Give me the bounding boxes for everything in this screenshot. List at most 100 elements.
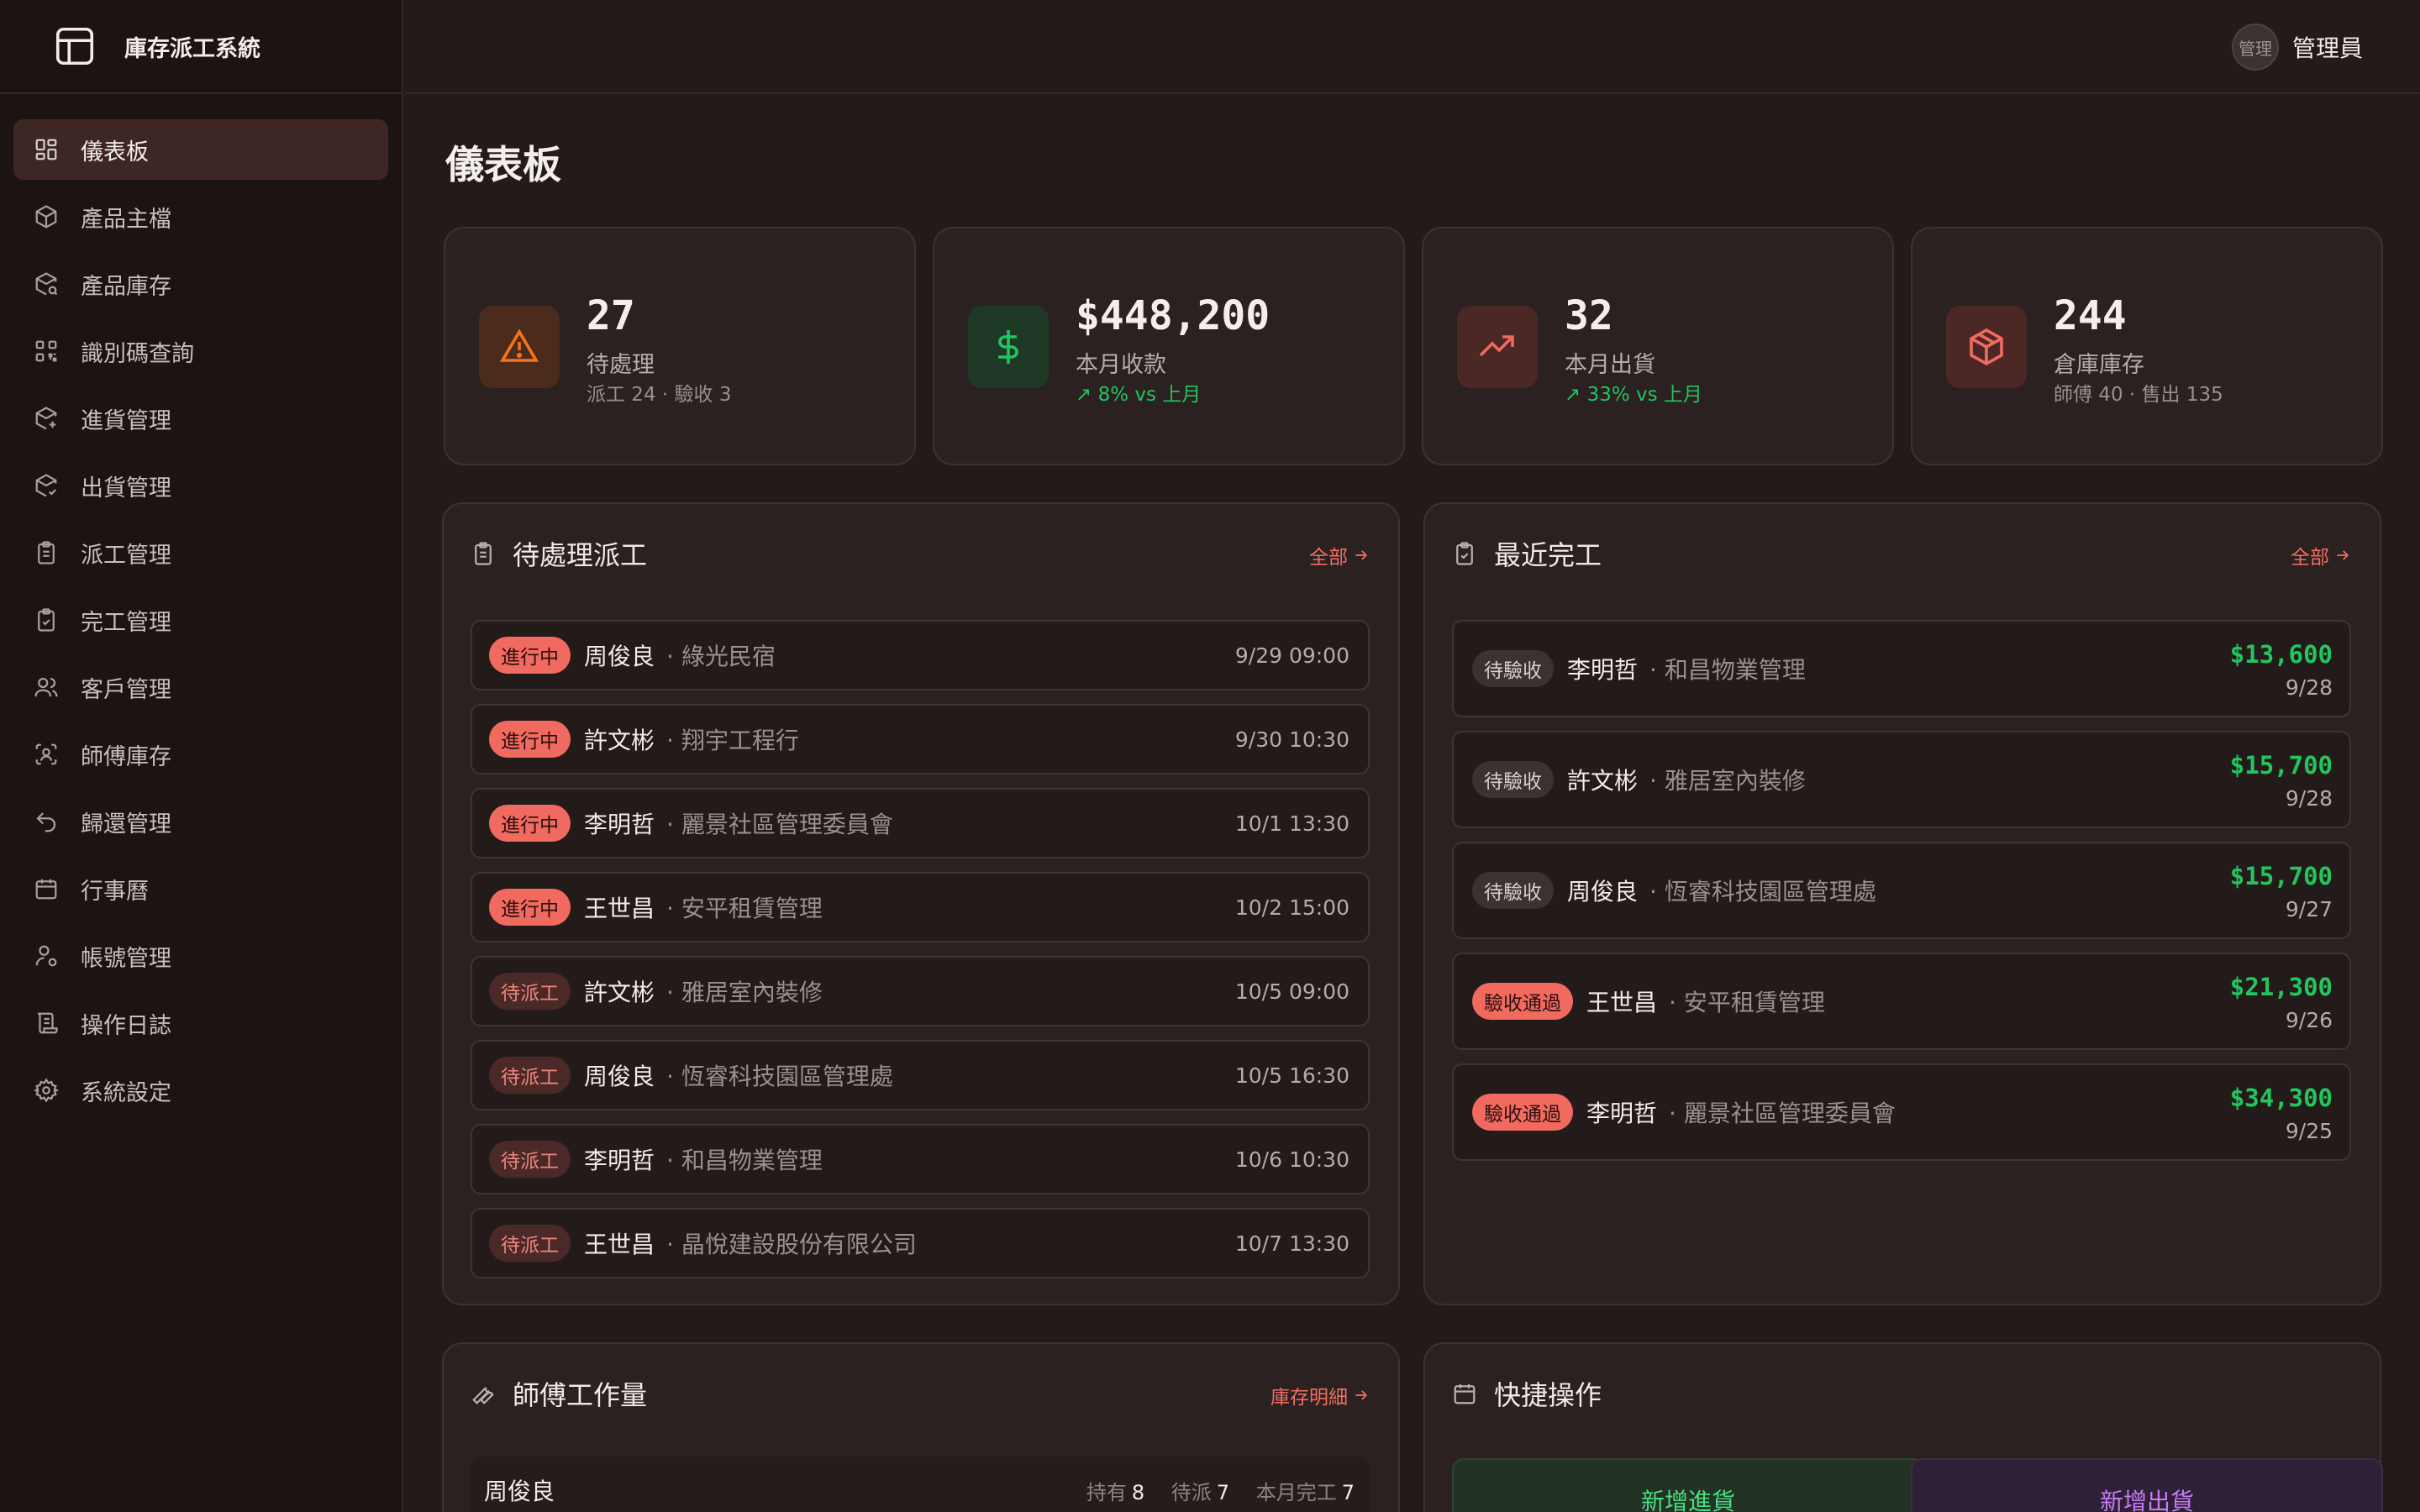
sidebar-item-stock[interactable]: 產品庫存 [13, 254, 388, 314]
worker-name: 周俊良 [484, 1478, 555, 1505]
stat-trend: ↗ 8% vs 上月 [1076, 384, 1202, 406]
sidebar-item-label: 出貨管理 [81, 475, 171, 501]
list-item[interactable]: 待派工 許文彬 · 雅居室內裝修 10/5 09:00 [471, 956, 1370, 1026]
completion-date: 9/27 [2285, 897, 2333, 921]
status-badge: 進行中 [489, 889, 571, 926]
list-item[interactable]: 待派工 王世昌 · 晶悅建設股份有限公司 10/7 13:30 [471, 1208, 1370, 1278]
completion-date: 9/28 [2285, 786, 2333, 811]
user-menu[interactable]: 管理 管理員 [2231, 24, 2363, 71]
sidebar-item-label: 客戶管理 [81, 676, 171, 703]
sidebar-item-label: 產品主檔 [81, 206, 171, 233]
trending-up-icon [1479, 335, 1514, 357]
sidebar-item-label: 儀表板 [81, 139, 149, 165]
worker-name: 許文彬 [584, 727, 655, 754]
sidebar-item-products[interactable]: 產品主檔 [13, 186, 388, 247]
status-badge: 驗收通過 [1472, 983, 1573, 1020]
sidebar-item-outbound[interactable]: 出貨管理 [13, 455, 388, 516]
new-inbound-button[interactable]: 新增進貨 [1452, 1458, 1924, 1512]
dashboard-icon [35, 139, 57, 160]
list-item[interactable]: 進行中 李明哲 · 麗景社區管理委員會 10/1 13:30 [471, 788, 1370, 858]
table-row[interactable]: 周俊良 持有 8 待派 7 本月完工 7 [471, 1457, 1370, 1512]
worker-name: 李明哲 [1586, 1100, 1658, 1127]
hold-count: 8 [1131, 1480, 1145, 1504]
client-name: · 麗景社區管理委員會 [666, 811, 893, 838]
sidebar-item-label: 系統設定 [81, 1079, 171, 1106]
panel-header: 待處理派工 [471, 534, 647, 573]
client-name: · 綠光民宿 [666, 643, 776, 670]
wrench-icon [472, 1387, 494, 1404]
list-item[interactable]: 待派工 李明哲 · 和昌物業管理 10/6 10:30 [471, 1124, 1370, 1194]
stat-label: 倉庫庫存 [2054, 352, 2144, 378]
page-title: 儀表板 [445, 142, 561, 187]
list-item[interactable]: 驗收通過 王世昌 · 安平租賃管理 $21,300 9/26 [1452, 953, 2351, 1050]
link-label: 庫存明細 [1270, 1387, 1348, 1409]
sidebar-item-returns[interactable]: 歸還管理 [13, 791, 388, 852]
list-item[interactable]: 待驗收 李明哲 · 和昌物業管理 $13,600 9/28 [1452, 620, 2351, 717]
brand[interactable]: 庫存派工系統 [0, 0, 402, 94]
link-label: 全部 [2291, 547, 2329, 569]
stat-icon-box [968, 306, 1049, 388]
sidebar-item-customers[interactable]: 客戶管理 [13, 657, 388, 717]
sidebar-item-label: 行事曆 [81, 878, 149, 905]
sidebar-item-accounts[interactable]: 帳號管理 [13, 926, 388, 986]
status-badge: 進行中 [489, 721, 571, 758]
stat-card-revenue: $448,200 本月收款 ↗ 8% vs 上月 [933, 227, 1405, 465]
sidebar-item-id-lookup[interactable]: 識別碼查詢 [13, 321, 388, 381]
clipboard-check-icon [38, 608, 55, 632]
amount: $15,700 [2229, 751, 2333, 780]
list-item[interactable]: 進行中 王世昌 · 安平租賃管理 10/2 15:00 [471, 872, 1370, 942]
sidebar-item-worker-stock[interactable]: 師傅庫存 [13, 724, 388, 785]
user-cog-icon [35, 945, 57, 967]
list-item[interactable]: 進行中 周俊良 · 綠光民宿 9/29 09:00 [471, 620, 1370, 690]
status-badge: 待派工 [489, 1057, 571, 1094]
client-name: · 和昌物業管理 [666, 1147, 823, 1174]
sidebar-item-calendar[interactable]: 行事曆 [13, 858, 388, 919]
sidebar-item-dispatch[interactable]: 派工管理 [13, 522, 388, 583]
stat-sub: 派工 24 · 驗收 3 [587, 384, 732, 406]
undo-icon [36, 812, 56, 832]
sidebar-item-settings[interactable]: 系統設定 [13, 1060, 388, 1121]
client-name: · 恆睿科技園區管理處 [666, 1063, 893, 1090]
package-check-icon [35, 474, 57, 497]
worker-name: 周俊良 [584, 643, 655, 670]
list-item[interactable]: 待驗收 周俊良 · 恆睿科技園區管理處 $15,700 9/27 [1452, 842, 2351, 939]
list-item[interactable]: 驗收通過 李明哲 · 麗景社區管理委員會 $34,300 9/25 [1452, 1063, 2351, 1161]
stat-label: 本月出貨 [1565, 352, 1655, 378]
client-name: · 安平租賃管理 [666, 895, 823, 922]
scheduled-time: 10/5 16:30 [1234, 1063, 1349, 1088]
worker-name: 李明哲 [584, 811, 655, 838]
new-outbound-button[interactable]: 新增出貨 [1911, 1458, 2383, 1512]
stat-trend-text: 8% vs 上月 [1097, 384, 1202, 406]
status-badge: 驗收通過 [1472, 1094, 1573, 1131]
view-all-link[interactable]: 全部 [2291, 541, 2351, 570]
sidebar-item-label: 識別碼查詢 [81, 340, 194, 367]
sidebar-item-inbound[interactable]: 進貨管理 [13, 388, 388, 449]
alert-triangle-icon [499, 328, 539, 362]
list-item[interactable]: 待驗收 許文彬 · 雅居室內裝修 $15,700 9/28 [1452, 731, 2351, 828]
inventory-detail-link[interactable]: 庫存明細 [1270, 1381, 1370, 1410]
arrow-right-icon [1355, 1390, 1368, 1400]
stat-value: 32 [1565, 292, 1613, 339]
arrow-right-icon [2337, 550, 2349, 560]
status-badge: 進行中 [489, 805, 571, 842]
pending-dispatch-panel: 待處理派工 全部 進行中 周俊良 · 綠光民宿 9/29 09:00 進行中 許… [442, 502, 1400, 1305]
scheduled-time: 10/1 13:30 [1234, 811, 1349, 836]
scheduled-time: 10/2 15:00 [1234, 895, 1349, 920]
status-badge: 待驗收 [1472, 650, 1554, 687]
clipboard-list-icon [38, 541, 55, 564]
sidebar-item-label: 歸還管理 [81, 811, 171, 837]
sidebar-item-logs[interactable]: 操作日誌 [13, 993, 388, 1053]
sidebar-item-completion[interactable]: 完工管理 [13, 590, 388, 650]
app-title: 庫存派工系統 [124, 35, 260, 62]
panel-header: 快捷操作 [1452, 1374, 1602, 1413]
amount: $13,600 [2229, 640, 2333, 669]
link-label: 全部 [1309, 547, 1348, 569]
list-item[interactable]: 待派工 周俊良 · 恆睿科技園區管理處 10/5 16:30 [471, 1040, 1370, 1110]
list-item[interactable]: 進行中 許文彬 · 翔宇工程行 9/30 10:30 [471, 704, 1370, 774]
scheduled-time: 9/30 10:30 [1234, 727, 1349, 752]
sidebar-item-dashboard[interactable]: 儀表板 [13, 119, 388, 180]
package-search-icon [35, 272, 58, 296]
dollar-icon [998, 330, 1018, 364]
view-all-link[interactable]: 全部 [1309, 541, 1370, 570]
users-icon [34, 677, 58, 697]
